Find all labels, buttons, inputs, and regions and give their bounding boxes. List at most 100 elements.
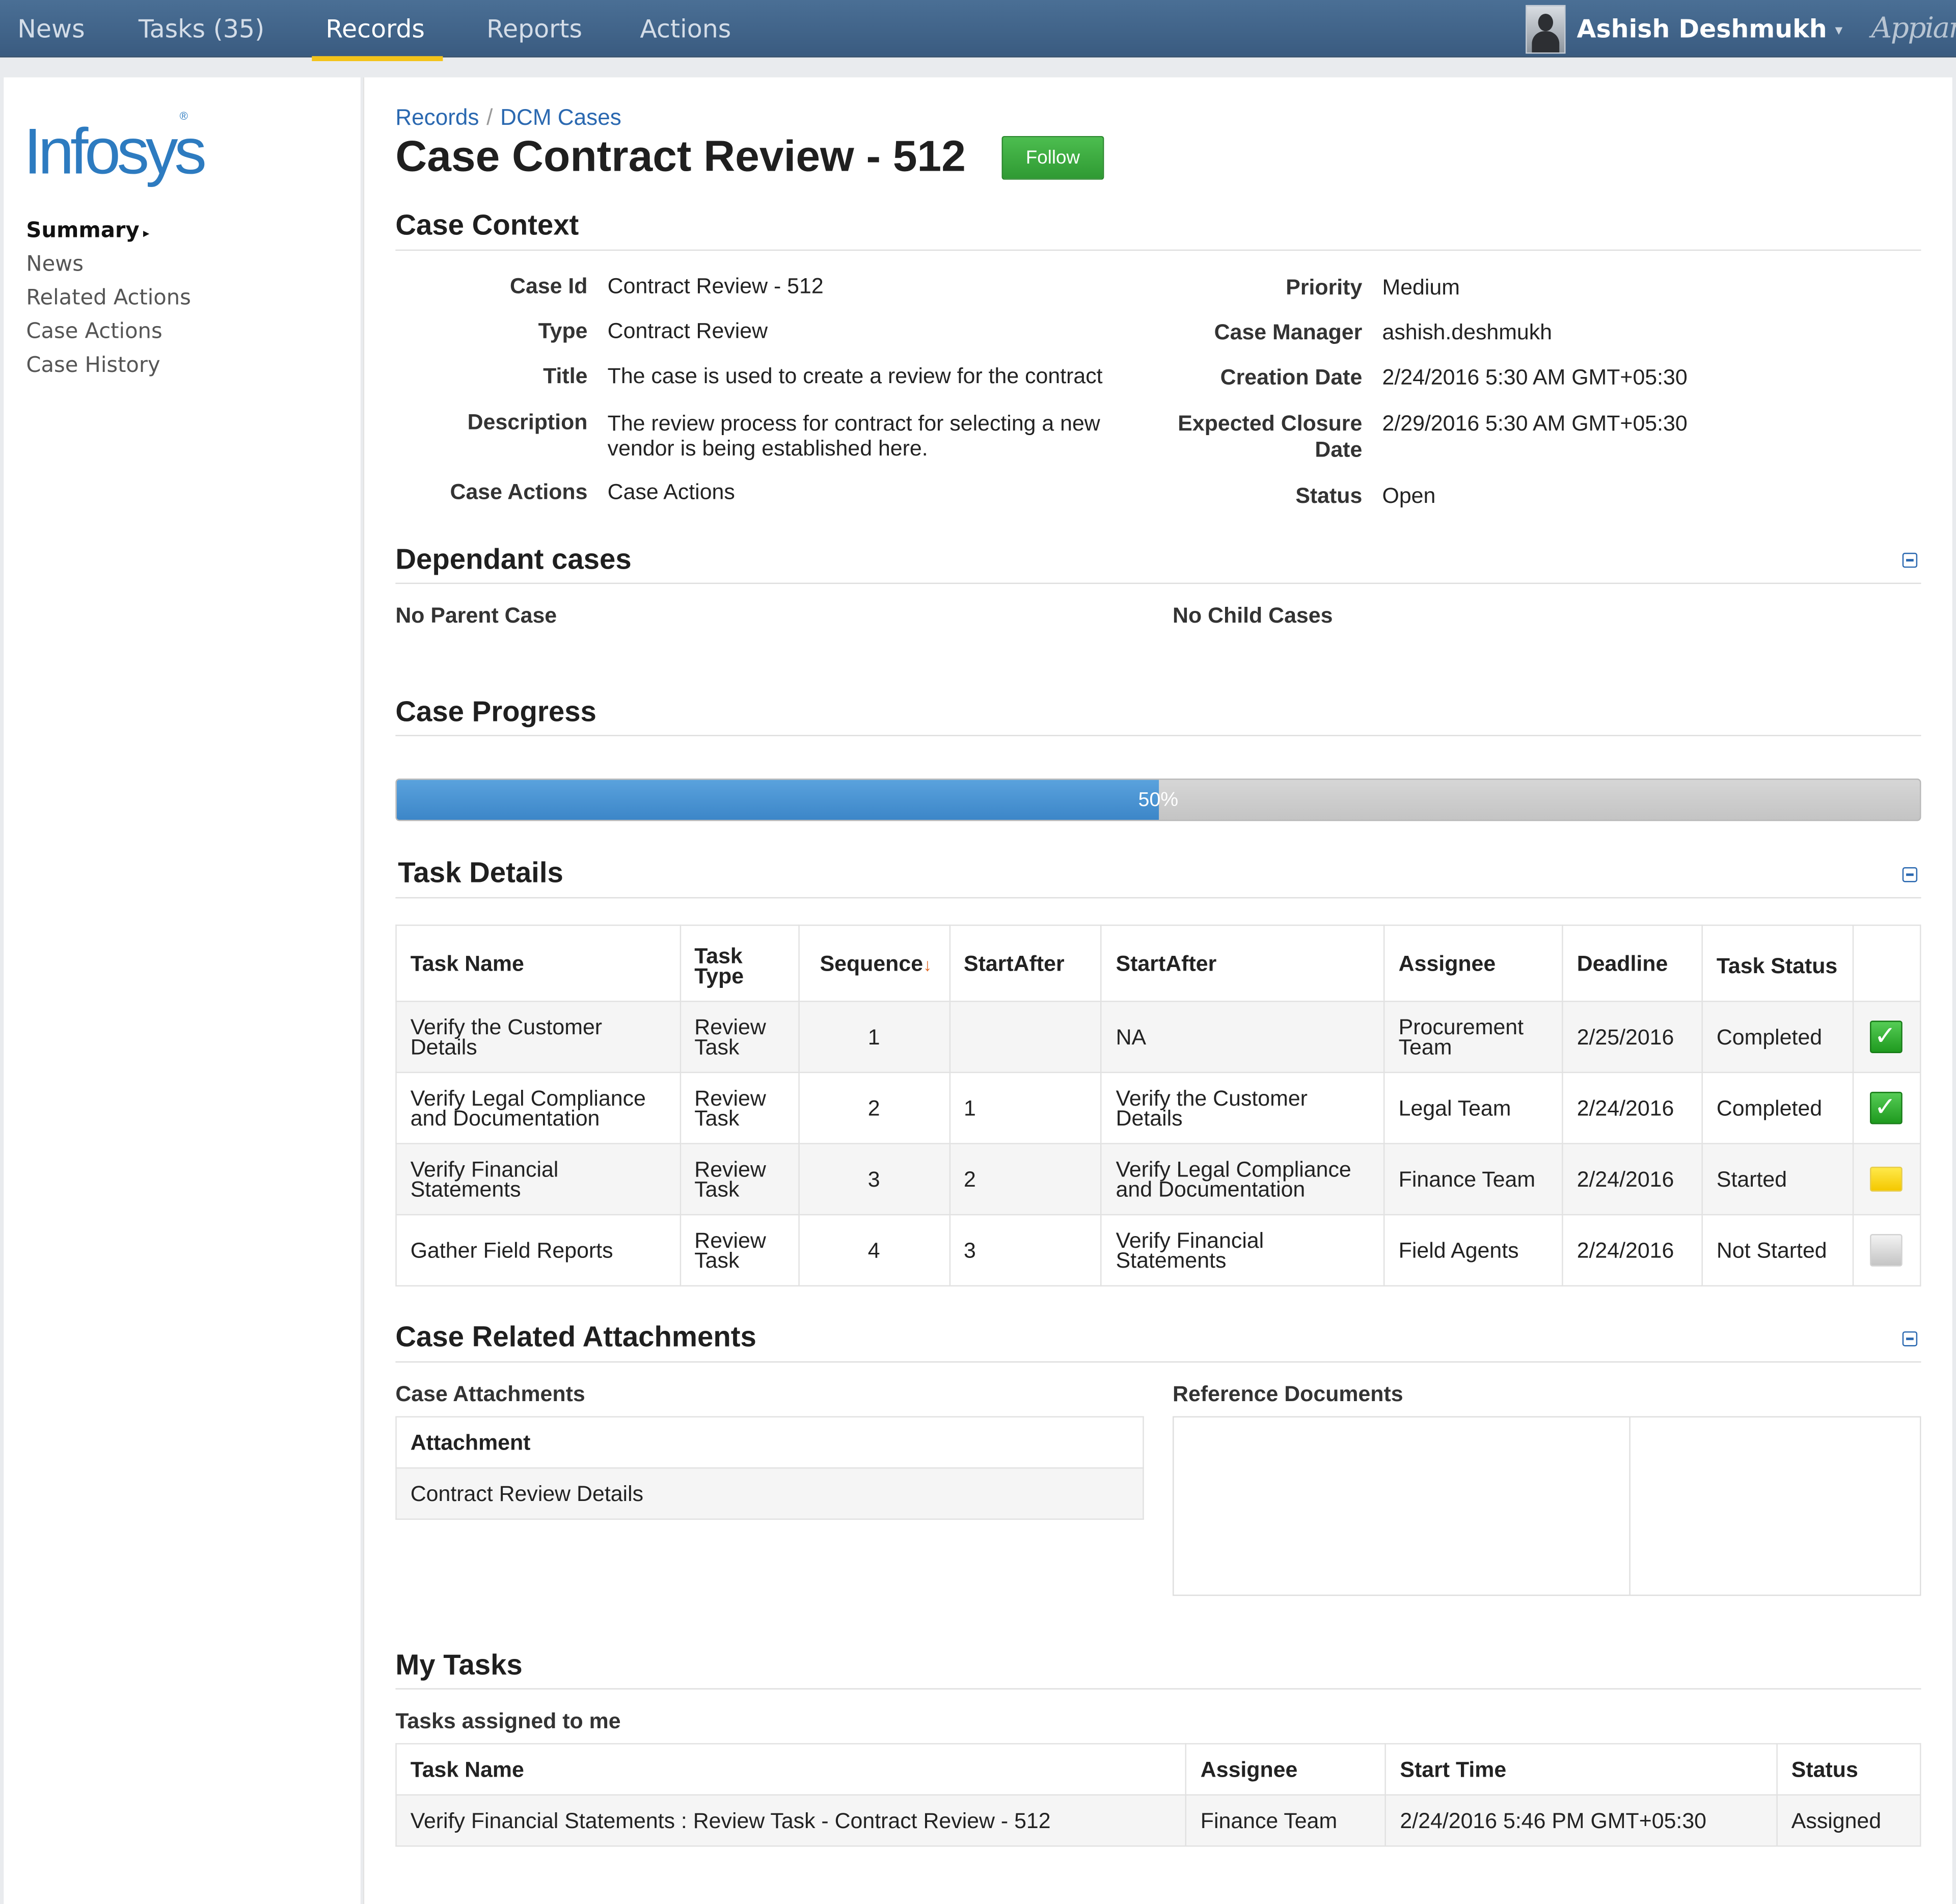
column-header-task-name[interactable]: Task Name <box>395 924 681 1002</box>
follow-button[interactable]: Follow <box>1001 136 1104 180</box>
task-status-cell: Not Started <box>1701 1214 1854 1286</box>
case-progress-heading: Case Progress <box>395 695 596 728</box>
active-arrow-icon: ▸ <box>143 227 150 241</box>
column-header-task-type[interactable]: Task Type <box>679 924 799 1002</box>
deadline-cell: 2/24/2016 <box>1562 1214 1703 1286</box>
table-row: Verify Financial Statements : Review Tas… <box>395 1794 1921 1847</box>
description-value-line2: vendor is being established here. <box>607 435 928 461</box>
column-header-start-after-task[interactable]: StartAfter <box>1101 924 1385 1002</box>
divider <box>395 1688 1921 1690</box>
grid-column-divider <box>1629 1417 1631 1595</box>
no-parent-case-text: No Parent Case <box>395 602 557 628</box>
assignee-cell: Field Agents <box>1383 1214 1563 1286</box>
column-header-attachment[interactable]: Attachment <box>395 1416 1144 1469</box>
start-after-task-cell: Verify the Customer Details <box>1101 1071 1385 1144</box>
case-manager-label: Case Manager <box>1214 319 1363 344</box>
sequence-cell: 3 <box>798 1143 950 1216</box>
start-after-task-cell: Verify Financial Statements <box>1101 1214 1385 1286</box>
collapse-task-details-icon[interactable] <box>1902 867 1918 882</box>
divider <box>395 249 1921 251</box>
case-actions-link[interactable]: Case Actions <box>608 479 735 505</box>
case-context-heading: Case Context <box>395 208 579 241</box>
status-icon-cell <box>1852 1214 1921 1286</box>
expected-closure-value: 2/29/2016 5:30 AM GMT+05:30 <box>1382 410 1688 436</box>
breadcrumb: Records / DCM Cases <box>395 105 621 131</box>
user-avatar[interactable] <box>1526 5 1566 54</box>
no-child-cases-text: No Child Cases <box>1173 602 1333 628</box>
column-header-assignee[interactable]: Assignee <box>1185 1743 1387 1796</box>
status-icon-cell <box>1852 1071 1921 1144</box>
assignee-cell: Legal Team <box>1383 1071 1563 1144</box>
table-header-row: Attachment <box>395 1416 1144 1469</box>
column-header-start-after[interactable]: StartAfter <box>948 924 1102 1002</box>
divider <box>395 897 1921 899</box>
page-title: Case Contract Review - 512 <box>395 132 966 181</box>
completed-check-icon <box>1870 1021 1903 1053</box>
status-label: Status <box>1295 482 1363 508</box>
column-header-sequence[interactable]: Sequence↓ <box>798 924 950 1002</box>
reference-documents-label: Reference Documents <box>1173 1381 1403 1407</box>
sidebar-item-case-actions[interactable]: Case Actions <box>26 316 191 350</box>
nav-records[interactable]: Records <box>325 0 425 56</box>
nav-tasks[interactable]: Tasks (35) <box>139 0 264 56</box>
assignee-cell: Finance Team <box>1185 1794 1387 1847</box>
attachments-heading: Case Related Attachments <box>395 1320 756 1353</box>
title-label: Title <box>543 363 588 388</box>
task-name-cell: Verify the Customer Details <box>395 1001 681 1074</box>
case-attachments-label: Case Attachments <box>395 1381 585 1407</box>
avatar-body-shape <box>1532 31 1560 52</box>
column-header-task-status[interactable]: Task Status <box>1701 924 1854 1002</box>
user-menu-caret-icon[interactable]: ▾ <box>1835 0 1842 60</box>
column-header-status[interactable]: Status <box>1776 1743 1921 1796</box>
column-header-assignee[interactable]: Assignee <box>1383 924 1563 1002</box>
description-value-line1: The review process for contract for sele… <box>607 410 1100 436</box>
column-header-status-icon <box>1852 924 1921 1002</box>
nav-actions[interactable]: Actions <box>640 0 731 56</box>
completed-check-icon <box>1870 1091 1903 1124</box>
sidebar-item-case-history[interactable]: Case History <box>26 350 191 383</box>
case-manager-value: ashish.deshmukh <box>1382 319 1553 344</box>
table-row: Verify Legal Compliance and Documentatio… <box>395 1071 1921 1144</box>
active-nav-underline <box>312 56 443 62</box>
priority-value: Medium <box>1382 274 1460 300</box>
column-header-start-time[interactable]: Start Time <box>1385 1743 1778 1796</box>
appian-logo: Appian <box>1871 12 1956 45</box>
dependant-cases-heading: Dependant cases <box>395 543 632 575</box>
collapse-dependant-cases-icon[interactable] <box>1902 552 1918 568</box>
nav-reports[interactable]: Reports <box>486 0 582 56</box>
breadcrumb-records-link[interactable]: Records <box>395 105 479 130</box>
registered-mark: ® <box>179 110 188 123</box>
deadline-cell: 2/24/2016 <box>1562 1143 1703 1216</box>
my-tasks-table: Task Name Assignee Start Time Status Ver… <box>395 1743 1921 1847</box>
sequence-cell: 2 <box>798 1071 950 1144</box>
attachment-link[interactable]: Contract Review Details <box>395 1467 1144 1520</box>
breadcrumb-dcm-cases-link[interactable]: DCM Cases <box>500 105 621 130</box>
status-value: Open <box>1382 482 1436 508</box>
description-label: Description <box>467 409 588 435</box>
sidebar-item-summary[interactable]: Summary ▸ <box>26 214 191 248</box>
start-after-seq-cell: 2 <box>948 1143 1102 1216</box>
expected-closure-label-line1: Expected Closure <box>1178 410 1363 436</box>
reference-documents-grid <box>1173 1416 1921 1596</box>
table-header-row: Task Name Assignee Start Time Status <box>395 1743 1921 1796</box>
record-sidebar: Infosys ® Summary ▸ News Related Actions … <box>4 77 361 1904</box>
my-task-link[interactable]: Verify Financial Statements : Review Tas… <box>395 1794 1187 1847</box>
column-header-deadline[interactable]: Deadline <box>1562 924 1703 1002</box>
collapse-attachments-icon[interactable] <box>1902 1331 1918 1347</box>
task-details-table: Task Name Task Type Sequence↓ StartAfter… <box>395 924 1921 1286</box>
case-id-link[interactable]: Contract Review - 512 <box>608 273 824 299</box>
type-label: Type <box>538 318 588 343</box>
title-value: The case is used to create a review for … <box>607 363 1103 388</box>
status-icon-cell <box>1852 1001 1921 1074</box>
sidebar-item-related-actions[interactable]: Related Actions <box>26 282 191 315</box>
column-header-task-name[interactable]: Task Name <box>395 1743 1187 1796</box>
table-row: Verify Financial Statements Review Task … <box>395 1143 1921 1216</box>
table-row: Verify the Customer Details Review Task … <box>395 1001 1921 1074</box>
not-started-gray-icon <box>1870 1234 1903 1267</box>
my-tasks-heading: My Tasks <box>395 1648 523 1681</box>
user-menu[interactable]: Ashish Deshmukh <box>1577 0 1827 58</box>
divider <box>395 735 1921 736</box>
nav-news[interactable]: News <box>17 0 85 56</box>
sidebar-item-news[interactable]: News <box>26 248 191 282</box>
creation-date-value: 2/24/2016 5:30 AM GMT+05:30 <box>1382 364 1688 390</box>
